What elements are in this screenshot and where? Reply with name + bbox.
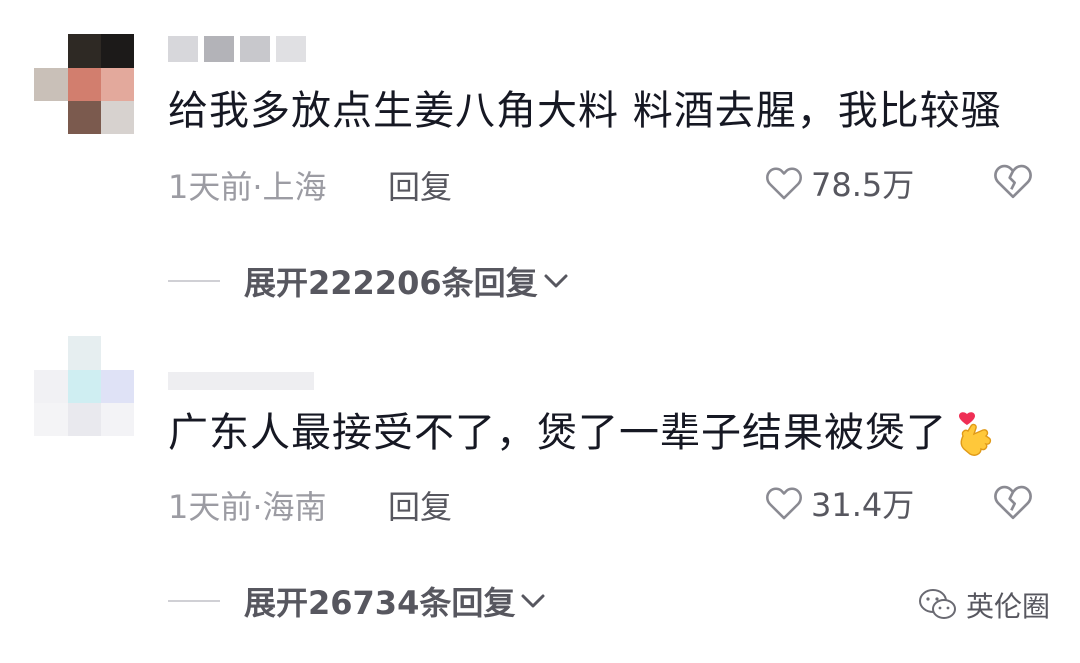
comment-item: 给我多放点生姜八角大料 料酒去腥，我比较骚 1天前·上海 回复 78.5万 展开… (0, 0, 1080, 330)
comment-text-content: 广东人最接受不了，煲了一辈子结果被煲了 (168, 410, 947, 456)
heart-outline-icon (766, 167, 802, 200)
broken-heart-icon (994, 485, 1032, 520)
avatar[interactable] (34, 34, 134, 134)
reply-button[interactable]: 回复 (388, 162, 452, 208)
wechat-icon (919, 589, 956, 619)
chevron-down-icon (521, 594, 545, 608)
like-button[interactable]: 78.5万 (765, 160, 914, 206)
avatar[interactable] (34, 336, 134, 436)
dislike-button[interactable] (993, 162, 1033, 204)
expand-replies-label: 展开26734条回复 (244, 584, 516, 622)
heart-fingers-emoji-icon (959, 412, 992, 456)
broken-heart-icon (994, 164, 1032, 199)
comment-time-location: 1天前·上海 (168, 168, 327, 206)
expand-replies-label: 展开222206条回复 (244, 264, 538, 302)
watermark-text: 英伦圈 (966, 590, 1051, 623)
heart-outline-icon (766, 487, 802, 520)
username-blurred[interactable] (168, 372, 318, 390)
dislike-button[interactable] (993, 483, 1033, 525)
watermark: 英伦圈 (918, 585, 1050, 625)
comment-text: 给我多放点生姜八角大料 料酒去腥，我比较骚 (168, 88, 1002, 134)
username-blurred[interactable] (168, 36, 308, 62)
like-count: 31.4万 (811, 486, 915, 524)
like-button[interactable]: 31.4万 (765, 480, 914, 526)
expand-replies[interactable]: 展开222206条回复 (168, 258, 570, 304)
like-count: 78.5万 (811, 166, 915, 204)
divider-line (168, 280, 220, 282)
comment-time-location: 1天前·海南 (168, 488, 327, 526)
chevron-down-icon (544, 274, 568, 288)
reply-button[interactable]: 回复 (388, 482, 452, 528)
expand-replies[interactable]: 展开26734条回复 (168, 578, 547, 624)
divider-line (168, 600, 220, 602)
comment-text: 广东人最接受不了，煲了一辈子结果被煲了 (168, 408, 995, 460)
